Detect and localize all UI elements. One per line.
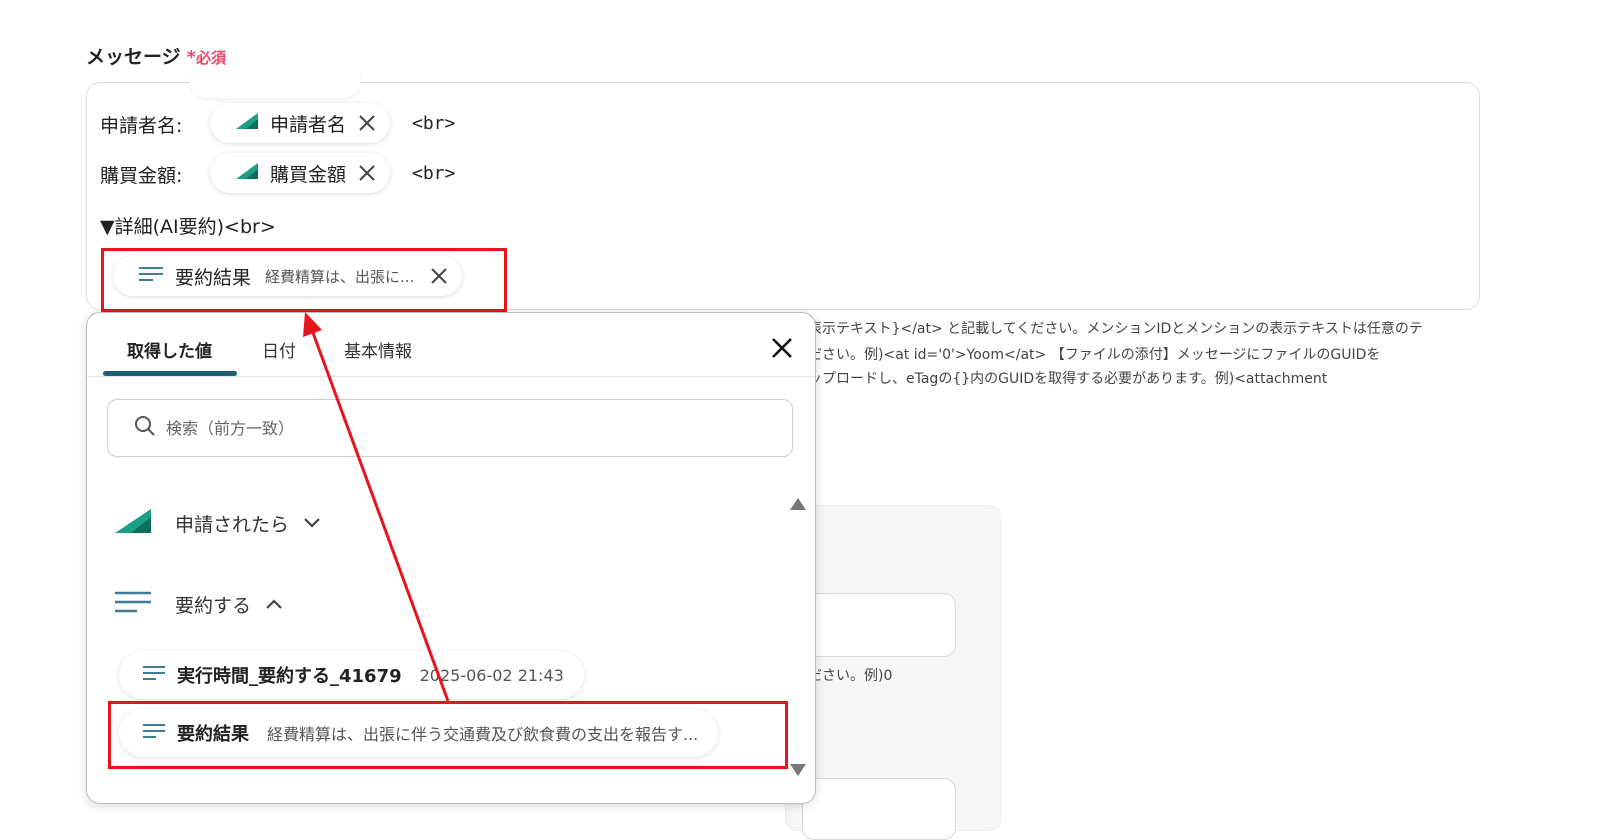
purchase-amount-label: 購買金額: [100, 165, 183, 187]
chevron-up-icon [265, 598, 283, 610]
list-item[interactable]: 実行時間_要約する_41679 2025-06-02 21:43 [119, 651, 584, 699]
search-box[interactable] [107, 399, 793, 457]
list-item-name: 実行時間_要約する_41679 [177, 666, 402, 687]
required-mark: * [186, 47, 197, 68]
tab-acquired-values[interactable]: 取得した値 [127, 337, 212, 362]
close-icon[interactable] [358, 114, 376, 132]
background-input-1[interactable] [802, 593, 956, 657]
list-item[interactable]: 要約結果 経費精算は、出張に伴う交通費及び飲食費の支出を報告す... [119, 709, 719, 757]
applicant-name-chip-label: 申請者名 [270, 113, 347, 136]
chevron-down-icon [303, 517, 321, 529]
triangle-logo-icon [236, 113, 258, 133]
close-icon[interactable] [358, 164, 376, 182]
close-popup-button[interactable] [767, 333, 797, 363]
applicant-name-chip[interactable]: 申請者名 [210, 103, 391, 143]
text-lines-icon [115, 590, 151, 618]
value-picker-popup: 取得した値 日付 基本情報 申請されたら 要約する 実行時間_要約する [86, 312, 816, 804]
triangle-logo-icon [236, 163, 258, 183]
text-lines-icon [143, 665, 165, 685]
background-input-2[interactable] [802, 778, 956, 840]
scrolled-chip-edge [190, 70, 360, 98]
field-label: メッセージ *必須 [86, 42, 226, 69]
text-lines-icon [139, 266, 163, 286]
help-text-line-3: ップロードし、eTagの{}内のGUIDを取得する必要があります。例)<atta… [808, 371, 1328, 387]
help-text-line-2: ださい。例)<at id='0'>Yoom</at> 【ファイルの添付】メッセー… [808, 347, 1381, 363]
help-text-line-1: 表示テキスト}</at> と記載してください。メンションIDとメンションの表示テ… [808, 321, 1423, 337]
list-item-value: 2025-06-02 21:43 [419, 665, 564, 685]
group-label: 申請されたら [175, 513, 290, 536]
applicant-name-label: 申請者名: [100, 115, 183, 137]
close-icon[interactable] [430, 267, 448, 285]
background-note: ださい。例)0 [808, 668, 893, 684]
required-text: 必須 [196, 49, 227, 67]
scroll-down-arrow-icon[interactable] [790, 761, 806, 780]
summary-result-chip-preview: 経費精算は、出張に... [265, 267, 415, 286]
br-tag: <br> [412, 113, 456, 134]
search-input[interactable] [164, 417, 728, 439]
field-label-text: メッセージ [86, 46, 181, 68]
text-lines-icon [143, 723, 165, 743]
tab-date[interactable]: 日付 [262, 337, 296, 362]
close-icon [772, 338, 792, 358]
group-application-trigger[interactable]: 申請されたら [115, 509, 321, 537]
list-item-name: 要約結果 [177, 724, 249, 745]
triangle-logo-icon [115, 509, 151, 537]
br-tag: <br> [412, 163, 456, 184]
detail-label: ▼詳細(AI要約)<br> [100, 216, 276, 238]
tab-divider [87, 376, 815, 377]
list-item-value: 経費精算は、出張に伴う交通費及び飲食費の支出を報告す... [267, 725, 699, 744]
search-icon [134, 415, 156, 441]
summary-result-chip[interactable]: 要約結果 経費精算は、出張に... [113, 256, 463, 296]
purchase-amount-chip[interactable]: 購買金額 [210, 153, 391, 193]
tab-basic-info[interactable]: 基本情報 [344, 337, 412, 362]
purchase-amount-chip-label: 購買金額 [270, 163, 347, 186]
scroll-up-arrow-icon[interactable] [790, 495, 806, 514]
summary-result-chip-label: 要約結果 [175, 266, 252, 289]
group-summarize[interactable]: 要約する [115, 590, 283, 618]
group-label: 要約する [175, 594, 252, 617]
